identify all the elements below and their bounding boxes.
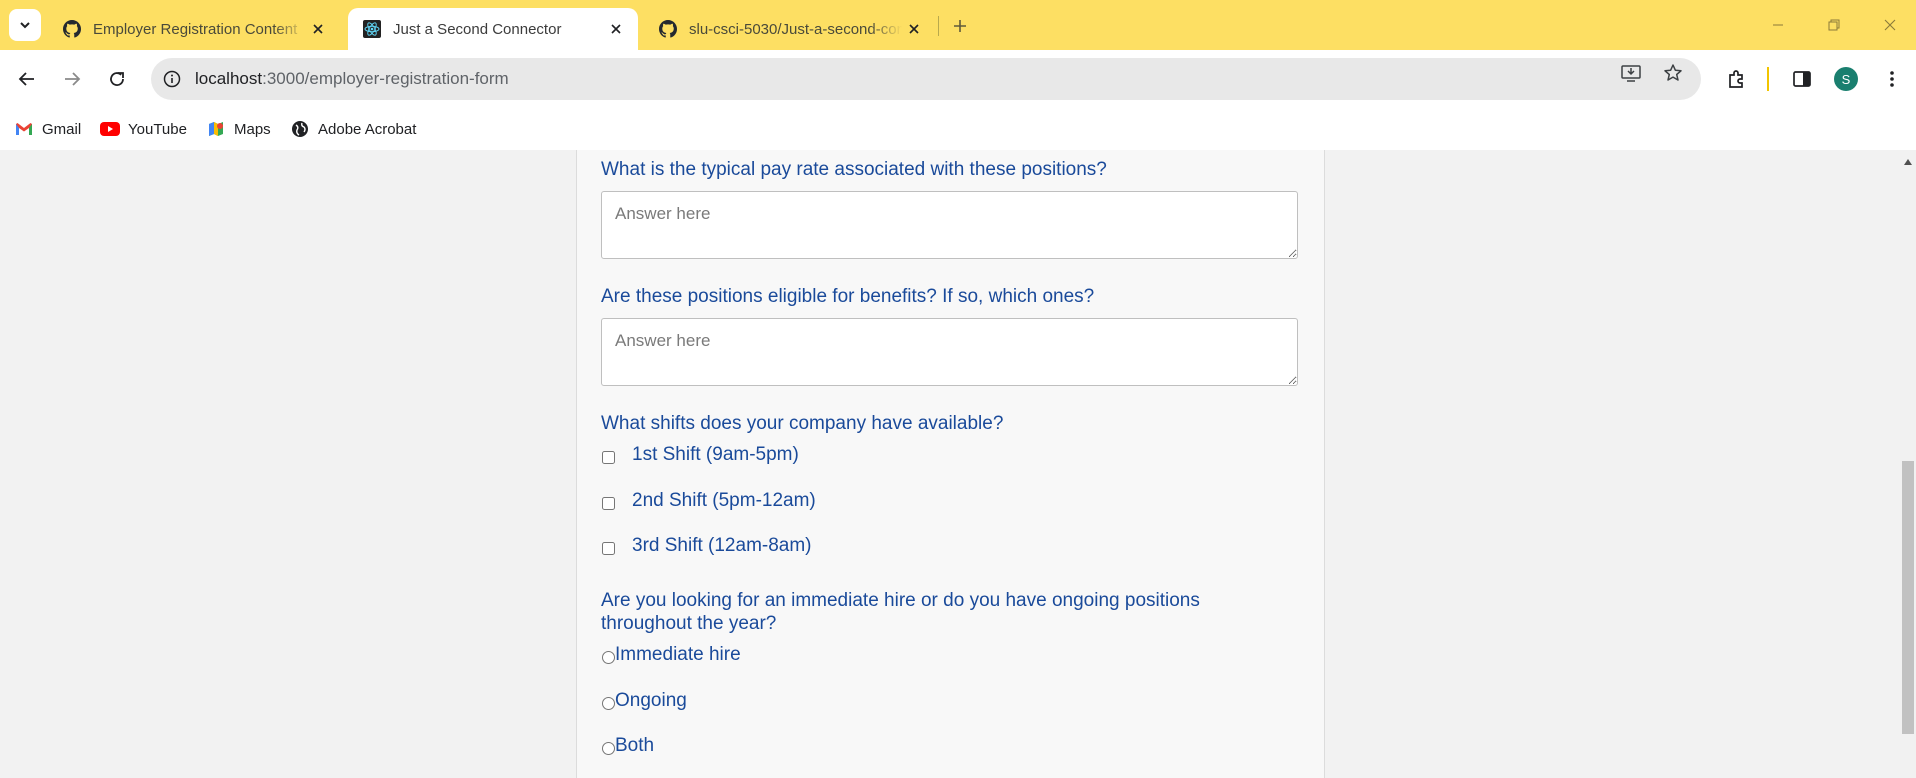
hire-option-both[interactable]: Both [601,735,654,757]
tab-search-button[interactable] [9,9,41,41]
globe-icon [290,121,310,137]
bookmark-maps[interactable]: Maps [206,117,271,141]
chevron-down-icon [20,22,30,29]
github-icon [659,20,677,38]
shift-option-2nd[interactable]: 2nd Shift (5pm-12am) [601,490,816,512]
minimize-icon [1773,24,1783,26]
site-info-icon[interactable] [161,68,183,90]
minimize-button[interactable] [1760,10,1796,40]
close-tab-button[interactable] [306,17,330,41]
option-label: 3rd Shift (12am-8am) [632,535,812,556]
close-icon [909,24,919,34]
bookmark-star-button[interactable] [1658,58,1688,88]
close-tab-button[interactable] [902,17,926,41]
tab-strip: Employer Registration Content Just a Sec… [0,0,1916,50]
browser-toolbar: localhost:3000/employer-registration-for… [0,50,1916,108]
page-scrollbar[interactable] [1900,150,1916,778]
restore-icon [1828,19,1840,31]
close-icon [611,24,621,34]
tab-just-a-second-connector[interactable]: Just a Second Connector [348,8,638,50]
install-app-button[interactable] [1616,58,1646,88]
forward-button[interactable] [56,63,88,95]
shift-option-3rd[interactable]: 3rd Shift (12am-8am) [601,535,812,557]
install-icon [1621,65,1641,82]
side-panel-button[interactable] [1786,63,1818,95]
maps-icon [206,121,226,137]
bookmark-label: Adobe Acrobat [318,120,417,138]
shift-2nd-checkbox[interactable] [602,496,615,510]
option-label: 2nd Shift (5pm-12am) [632,490,816,511]
bookmark-label: Maps [234,120,271,138]
tab-title: Employer Registration Content [93,20,298,38]
question-pay-rate: What is the typical pay rate associated … [601,159,1107,180]
scroll-up-button[interactable] [1900,156,1916,168]
close-icon [1884,19,1896,31]
new-tab-button[interactable] [946,12,974,40]
registration-form: What is the typical pay rate associated … [576,150,1325,778]
close-tab-button[interactable] [604,17,628,41]
extensions-button[interactable] [1720,63,1752,95]
close-window-button[interactable] [1872,10,1908,40]
tab-title: slu-csci-5030/Just-a-second-connector [689,20,902,38]
youtube-icon [100,121,120,137]
bookmark-youtube[interactable]: YouTube [100,117,187,141]
option-label: 1st Shift (9am-5pm) [632,444,799,465]
bookmarks-bar: Gmail YouTube Maps Adobe Acrobat [0,108,1916,150]
url-text: localhost:3000/employer-registration-for… [195,69,1701,89]
arrow-right-icon [65,72,81,86]
hire-option-ongoing[interactable]: Ongoing [601,690,687,712]
side-panel-icon [1793,71,1811,87]
bookmark-label: YouTube [128,120,187,138]
shift-3rd-checkbox[interactable] [602,541,615,555]
react-icon [363,20,381,38]
profile-avatar[interactable]: S [1834,67,1858,91]
hire-option-immediate[interactable]: Immediate hire [601,644,741,666]
ongoing-radio[interactable] [602,697,615,710]
option-label: Both [615,735,655,756]
reload-icon [110,72,124,86]
reload-button[interactable] [101,63,133,95]
pay-rate-answer-input[interactable] [601,191,1298,259]
tab-title: Just a Second Connector [393,20,562,38]
toolbar-divider [1767,67,1769,91]
url-path: :3000/employer-registration-form [262,69,509,88]
triangle-up-icon [1904,159,1912,165]
option-label: Immediate hire [615,644,741,665]
question-hire-type: Are you looking for an immediate hire or… [601,590,1200,634]
shift-1st-checkbox[interactable] [602,450,615,464]
puzzle-icon [1729,70,1743,88]
question-benefits: Are these positions eligible for benefit… [601,286,1095,307]
arrow-left-icon [18,72,34,86]
github-icon [63,20,81,38]
scrollbar-thumb[interactable] [1902,461,1914,734]
close-icon [313,24,323,34]
tab-separator [938,16,939,36]
question-shifts: What shifts does your company have avail… [601,413,1004,434]
back-button[interactable] [11,63,43,95]
benefits-answer-input[interactable] [601,318,1298,386]
bookmark-adobe-acrobat[interactable]: Adobe Acrobat [290,117,416,141]
gmail-icon [14,121,34,137]
page-viewport: What is the typical pay rate associated … [0,150,1900,778]
option-label: Ongoing [615,690,687,711]
star-icon [1664,64,1682,81]
url-host: localhost [195,69,263,88]
tab-employer-registration[interactable]: Employer Registration Content [48,8,340,50]
plus-icon [954,20,966,32]
both-radio[interactable] [602,742,615,755]
bookmark-gmail[interactable]: Gmail [14,117,81,141]
bookmark-label: Gmail [42,120,82,138]
browser-menu-button[interactable] [1876,63,1908,95]
shift-option-1st[interactable]: 1st Shift (9am-5pm) [601,444,799,466]
more-vertical-icon [1890,71,1894,87]
address-bar[interactable]: localhost:3000/employer-registration-for… [151,58,1701,100]
tab-github-repo[interactable]: slu-csci-5030/Just-a-second-connector [644,8,936,50]
immediate-hire-radio[interactable] [602,651,615,664]
restore-button[interactable] [1816,10,1852,40]
